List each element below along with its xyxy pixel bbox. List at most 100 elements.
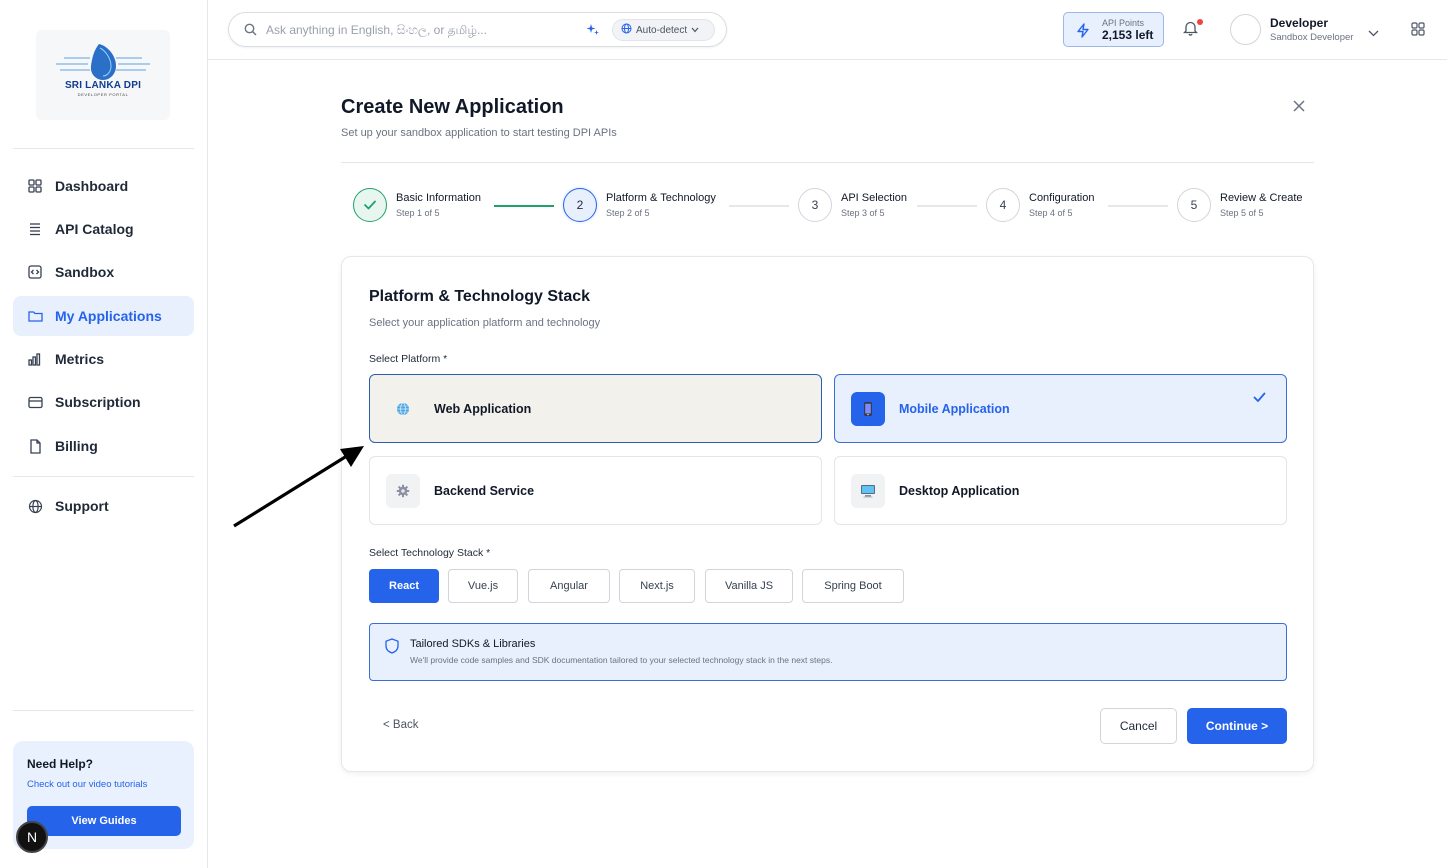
platform-desktop-application[interactable]: Desktop Application bbox=[834, 456, 1287, 525]
sidebar-item-my-applications[interactable]: My Applications bbox=[13, 296, 194, 336]
bar-chart-icon bbox=[27, 351, 43, 367]
help-title: Need Help? bbox=[27, 757, 94, 771]
logo-emblem-icon bbox=[56, 44, 150, 80]
globe-icon bbox=[621, 23, 632, 37]
step-api-selection[interactable]: 3 API Selection Step 3 of 5 bbox=[798, 188, 907, 222]
step-circle: 4 bbox=[986, 188, 1020, 222]
dev-tools-badge[interactable]: N bbox=[16, 821, 48, 853]
logo-text: SRI LANKA DPI bbox=[64, 80, 142, 91]
step-platform-technology[interactable]: 2 Platform & Technology Step 2 of 5 bbox=[563, 188, 716, 222]
sidebar-divider bbox=[13, 148, 194, 149]
step-configuration[interactable]: 4 Configuration Step 4 of 5 bbox=[986, 188, 1094, 222]
platform-web-application[interactable]: Web Application bbox=[369, 374, 822, 443]
annotation-arrow-icon bbox=[233, 446, 364, 528]
step-review-create[interactable]: 5 Review & Create Step 5 of 5 bbox=[1177, 188, 1303, 222]
code-icon bbox=[27, 264, 43, 280]
sidebar-item-support[interactable]: Support bbox=[13, 486, 194, 526]
header-divider bbox=[341, 162, 1314, 163]
help-subtitle[interactable]: Check out our video tutorials bbox=[27, 779, 180, 790]
page-title: Create New Application bbox=[341, 96, 564, 118]
desktop-icon bbox=[851, 473, 885, 508]
step-connector bbox=[729, 205, 789, 207]
sidebar-item-label: Metrics bbox=[55, 351, 105, 367]
tech-spring-boot-button[interactable]: Spring Boot bbox=[802, 569, 904, 603]
chevron-down-icon bbox=[691, 25, 699, 36]
topbar: Auto-detect API Points 2,153 left Develo… bbox=[208, 0, 1447, 60]
tech-angular-button[interactable]: Angular bbox=[528, 569, 610, 603]
cancel-button[interactable]: Cancel bbox=[1100, 708, 1177, 744]
gear-icon bbox=[386, 473, 420, 508]
brand-logo[interactable]: SRI LANKA DPI DEVELOPER PORTAL bbox=[36, 30, 170, 120]
api-points-label: API Points bbox=[1102, 18, 1145, 28]
close-icon[interactable] bbox=[1291, 98, 1307, 114]
platform-label: Mobile Application bbox=[899, 401, 1010, 416]
shield-icon bbox=[385, 638, 399, 659]
sdk-info-box: Tailored SDKs & Libraries We'll provide … bbox=[369, 623, 1287, 681]
platform-mobile-application[interactable]: Mobile Application bbox=[834, 374, 1287, 443]
sidebar-item-label: API Catalog bbox=[55, 221, 134, 237]
api-points-value: 2,153 left bbox=[1102, 28, 1154, 42]
ai-sparkle-icon[interactable] bbox=[586, 23, 600, 42]
step-basic-information[interactable]: Basic Information Step 1 of 5 bbox=[353, 188, 481, 222]
user-role: Sandbox Developer bbox=[1270, 32, 1354, 43]
mobile-icon bbox=[851, 391, 885, 426]
continue-button[interactable]: Continue > bbox=[1187, 708, 1287, 744]
check-icon bbox=[1253, 390, 1266, 408]
folder-icon bbox=[27, 308, 43, 324]
step-meta: Step 1 of 5 bbox=[396, 208, 440, 218]
chevron-down-icon[interactable] bbox=[1368, 24, 1379, 42]
search-bar[interactable]: Auto-detect bbox=[228, 12, 727, 47]
sidebar-item-api-catalog[interactable]: API Catalog bbox=[13, 209, 194, 249]
tech-section-label: Select Technology Stack * bbox=[369, 547, 491, 559]
user-name[interactable]: Developer bbox=[1270, 16, 1328, 30]
avatar[interactable] bbox=[1230, 14, 1261, 45]
view-guides-button[interactable]: View Guides bbox=[27, 806, 181, 836]
platform-backend-service[interactable]: Backend Service bbox=[369, 456, 822, 525]
grid-icon bbox=[27, 178, 43, 194]
step-meta: Step 5 of 5 bbox=[1220, 208, 1264, 218]
search-input[interactable] bbox=[266, 20, 576, 40]
file-icon bbox=[27, 438, 43, 454]
sidebar-item-label: Subscription bbox=[55, 394, 141, 410]
sidebar-item-label: Dashboard bbox=[55, 178, 129, 194]
card-title: Platform & Technology Stack bbox=[369, 288, 591, 305]
page-subtitle: Set up your sandbox application to start… bbox=[341, 127, 617, 139]
sidebar-item-dashboard[interactable]: Dashboard bbox=[13, 166, 194, 206]
info-text: We'll provide code samples and SDK docum… bbox=[410, 655, 833, 665]
step-circle bbox=[353, 188, 387, 222]
search-icon bbox=[244, 23, 257, 41]
step-circle: 2 bbox=[563, 188, 597, 222]
step-circle: 5 bbox=[1177, 188, 1211, 222]
sidebar-item-metrics[interactable]: Metrics bbox=[13, 339, 194, 379]
step-connector bbox=[494, 205, 554, 207]
step-label: Basic Information bbox=[396, 192, 481, 204]
apps-grid-icon[interactable] bbox=[1411, 22, 1425, 41]
globe-icon bbox=[386, 392, 420, 426]
step-circle: 3 bbox=[798, 188, 832, 222]
sidebar-item-label: My Applications bbox=[55, 308, 162, 324]
tech-vanilla-js-button[interactable]: Vanilla JS bbox=[705, 569, 793, 603]
check-icon bbox=[364, 200, 376, 210]
tech-vuejs-button[interactable]: Vue.js bbox=[448, 569, 518, 603]
step-connector bbox=[917, 205, 977, 207]
back-button[interactable]: < Back bbox=[383, 719, 418, 731]
step-meta: Step 4 of 5 bbox=[1029, 208, 1073, 218]
notification-dot bbox=[1197, 19, 1203, 25]
tech-react-button[interactable]: React bbox=[369, 569, 439, 603]
language-select[interactable]: Auto-detect bbox=[612, 19, 715, 41]
step-label: Configuration bbox=[1029, 192, 1095, 204]
sidebar: SRI LANKA DPI DEVELOPER PORTAL Dashboard… bbox=[0, 0, 208, 868]
app-root: SRI LANKA DPI DEVELOPER PORTAL Dashboard… bbox=[0, 0, 1447, 868]
credit-card-icon bbox=[27, 394, 43, 410]
api-points-badge[interactable]: API Points 2,153 left bbox=[1063, 12, 1164, 47]
bell-icon[interactable] bbox=[1182, 20, 1199, 41]
step-meta: Step 3 of 5 bbox=[841, 208, 885, 218]
step-label: Review & Create bbox=[1220, 192, 1303, 204]
tech-nextjs-button[interactable]: Next.js bbox=[619, 569, 695, 603]
sidebar-item-subscription[interactable]: Subscription bbox=[13, 382, 194, 422]
platform-label: Backend Service bbox=[434, 483, 535, 498]
sidebar-item-label: Billing bbox=[55, 438, 98, 454]
sidebar-item-billing[interactable]: Billing bbox=[13, 426, 194, 466]
step-meta: Step 2 of 5 bbox=[606, 208, 650, 218]
sidebar-item-sandbox[interactable]: Sandbox bbox=[13, 252, 194, 292]
